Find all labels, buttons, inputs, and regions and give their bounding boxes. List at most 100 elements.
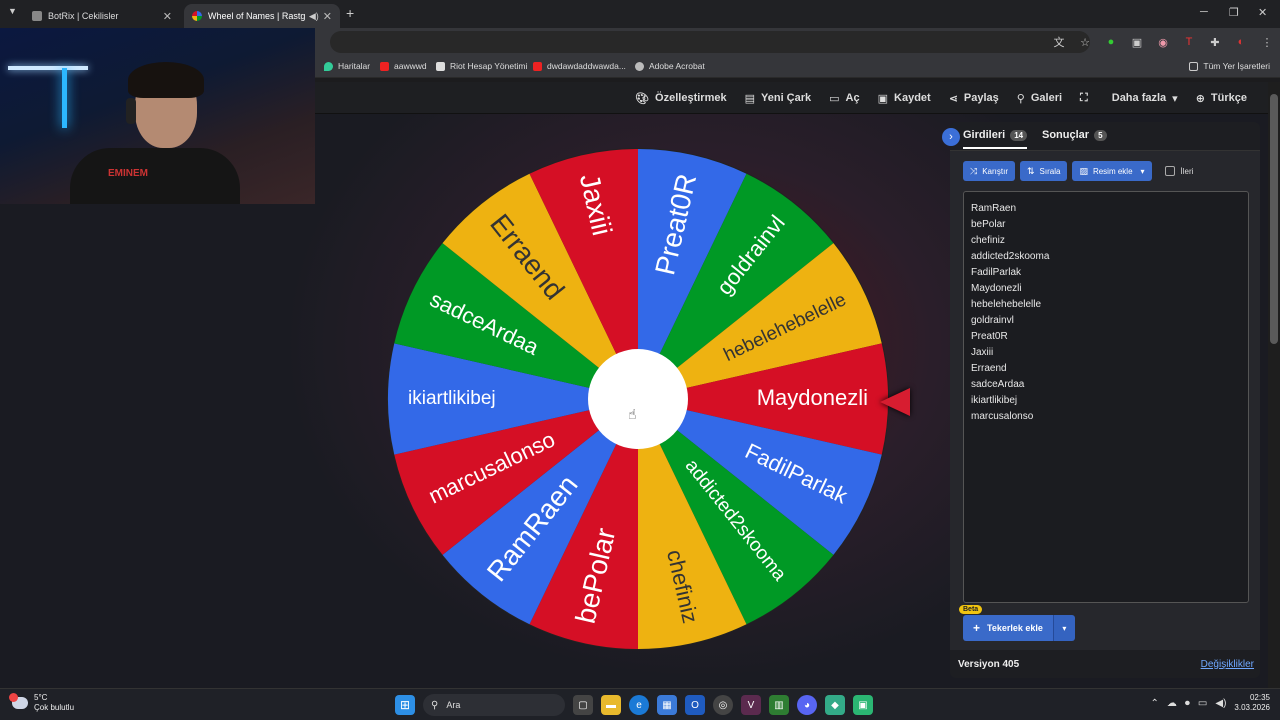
taskbar-search[interactable]: ⚲ Ara [423, 694, 565, 716]
advanced-checkbox[interactable]: İleri [1164, 166, 1193, 176]
search-icon: ⚲ [1016, 92, 1025, 105]
add-wheel-button[interactable]: + Tekerlek ekle [963, 615, 1053, 641]
shuffle-button[interactable]: ⤨ Karıştır [963, 161, 1015, 181]
minimize-icon[interactable]: ─ [1200, 6, 1208, 18]
nav-more[interactable]: Daha fazla ▾ [1103, 92, 1187, 105]
changes-link[interactable]: Değişiklikler [1201, 659, 1254, 670]
browser-tab-strip: ▼ BotRix | Cekilisler ✕ Wheel of Names |… [0, 0, 1280, 28]
app-sheet-icon[interactable]: ▥ [769, 695, 789, 715]
close-tab-icon[interactable]: ✕ [323, 10, 332, 23]
onedrive-icon[interactable]: ☁ [1167, 698, 1177, 709]
entries-textarea[interactable]: RamRaen bePolar chefiniz addicted2skooma Fad… [963, 191, 1249, 603]
wheel-svg[interactable]: Preat0R goldrainvlhebelehebelelleMaydonez… [386, 147, 890, 651]
bookmark-adobe[interactable]: Adobe Acrobat [635, 61, 705, 71]
taskbar: 5°C Çok bulutlu ⊞ ⚲ Ara ▢ ▬ e ▦ O ◎ V ▥ ◕… [0, 688, 1280, 720]
add-wheel-dropdown[interactable]: ▾ [1052, 615, 1075, 641]
bookmark-riot[interactable]: Riot Hesap Yönetimi [436, 61, 527, 71]
nav-share[interactable]: ⋖ Paylaş [940, 92, 1008, 105]
scrollbar-thumb[interactable] [1270, 94, 1278, 344]
headset [126, 98, 136, 124]
outlook-icon[interactable]: O [685, 695, 705, 715]
shuffle-icon: ⤨ [970, 165, 978, 176]
webcam-overlay: EMINEM [0, 28, 315, 204]
microphone-icon[interactable]: ⏺ [1185, 698, 1190, 709]
nav-language[interactable]: ⊕ Türkçe [1187, 92, 1256, 105]
youtube-icon [533, 61, 542, 71]
app-v-icon[interactable]: V [741, 695, 761, 715]
address-bar[interactable] [330, 31, 1090, 53]
sort-icon: ⇅ [1026, 165, 1035, 176]
nav-label: Daha fazla [1111, 92, 1167, 104]
bookmark-label: dwdawdaddwawda... [547, 61, 626, 71]
entries-toolbar: ⤨ Karıştır ⇅ Sırala ▨ Resim ekle ▾ İleri [963, 161, 1193, 181]
volume-icon[interactable]: ◀) [1215, 698, 1226, 709]
tab-results[interactable]: Sonuçlar 5 [1042, 129, 1107, 141]
nav-save[interactable]: ▣ Kaydet [869, 92, 940, 105]
folder-open-icon: ▭ [829, 92, 840, 105]
system-tray: ⌃ ☁ ⏺ ▭ ◀) 02:35 3.03.2026 [1151, 693, 1270, 713]
tab-entries[interactable]: Girdileri 14 [963, 129, 1028, 149]
extension-3-icon[interactable]: ◉ [1150, 36, 1176, 49]
all-bookmarks[interactable]: Tüm Yer İşaretleri [1189, 61, 1270, 71]
globe-icon: ⊕ [1195, 92, 1205, 105]
nav-customize[interactable]: 🎨︎ Özelleştirmek [626, 92, 736, 105]
tab-wheel-of-names[interactable]: Wheel of Names | Rastgele ◀) ✕ [184, 4, 340, 28]
file-explorer-icon[interactable]: ▬ [601, 695, 621, 715]
discord-icon[interactable]: ◕ [797, 695, 817, 715]
entry-line: marcusalonso [971, 411, 1034, 422]
weather-widget[interactable]: 5°C Çok bulutlu [9, 693, 74, 713]
menu-kebab-icon[interactable]: ⋮ [1254, 36, 1280, 49]
task-view-icon[interactable]: ▢ [573, 695, 593, 715]
bookmark-aawwwd[interactable]: aawwwd [380, 61, 427, 71]
start-windows-icon[interactable]: ⊞ [395, 695, 415, 715]
new-tab-button[interactable]: + [346, 5, 354, 21]
tab-label: Sonuçlar [1042, 129, 1090, 141]
extension-1-icon[interactable]: ● [1098, 36, 1124, 48]
entry-line: Jaxiii [971, 347, 994, 358]
riot-icon [436, 61, 445, 71]
speaker-icon[interactable]: ◀) [309, 11, 319, 22]
nav-open[interactable]: ▭ Aç [820, 92, 868, 105]
tab-search-dropdown-icon[interactable]: ▼ [8, 6, 17, 16]
entry-line: chefiniz [971, 235, 1005, 246]
restore-icon[interactable]: ❐ [1229, 6, 1239, 19]
nav-new-wheel[interactable]: ▤ Yeni Çark [736, 92, 821, 105]
edge-icon[interactable]: e [629, 695, 649, 715]
close-window-icon[interactable]: ✕ [1258, 6, 1267, 19]
nav-gallery[interactable]: ⚲ Galeri [1008, 92, 1071, 105]
date: 3.03.2026 [1234, 703, 1270, 712]
wheel[interactable]: Preat0R goldrainvl hebelehebelelle Maydonez… [386, 147, 890, 651]
save-icon: ▣ [877, 92, 889, 105]
bookmark-star-icon[interactable]: ☆ [1072, 36, 1098, 49]
bookmark-haritalar[interactable]: Haritalar [324, 61, 370, 71]
streamer-body [70, 148, 240, 204]
translate-icon[interactable]: 文 [1046, 34, 1072, 50]
clock[interactable]: 02:35 3.03.2026 [1234, 693, 1270, 713]
chevron-up-icon[interactable]: ⌃ [1151, 698, 1159, 709]
page-scrollbar[interactable] [1268, 82, 1280, 688]
store-icon[interactable]: ▦ [657, 695, 677, 715]
share-icon: ⋖ [948, 92, 958, 105]
collapse-panel-icon[interactable]: › [942, 128, 960, 146]
entry-line: ikiartlikibej [971, 395, 1018, 406]
extension-4-icon[interactable]: T [1176, 36, 1202, 48]
chrome-icon[interactable]: ◎ [713, 695, 733, 715]
extensions-puzzle-icon[interactable]: ✚ [1202, 36, 1228, 49]
app-diamond-icon[interactable]: ◆ [825, 695, 845, 715]
add-image-button[interactable]: ▨ Resim ekle ▾ [1072, 161, 1152, 181]
close-tab-icon[interactable]: ✕ [163, 10, 172, 23]
monitor-icon[interactable]: ▭ [1198, 698, 1207, 709]
sort-button[interactable]: ⇅ Sırala [1019, 161, 1068, 181]
checkbox-box[interactable] [1164, 166, 1175, 176]
nav-fullscreen[interactable]: ⛶ [1071, 92, 1103, 105]
extension-2-icon[interactable]: ▣ [1124, 36, 1150, 49]
tab-botrix[interactable]: BotRix | Cekilisler ✕ [24, 4, 180, 28]
wheel-center-hub[interactable] [588, 349, 688, 449]
button-label: Tekerlek ekle [987, 623, 1043, 633]
app-game-icon[interactable]: ▣ [853, 695, 873, 715]
all-bookmarks-label: Tüm Yer İşaretleri [1203, 61, 1270, 71]
panel-tabs: › Girdileri 14 Sonuçlar 5 [942, 122, 1260, 150]
bookmark-dwdaw[interactable]: dwdawdaddwawda... [533, 61, 626, 71]
profile-icon[interactable]: ◐ [1228, 36, 1254, 48]
bookmark-label: Adobe Acrobat [649, 61, 705, 71]
